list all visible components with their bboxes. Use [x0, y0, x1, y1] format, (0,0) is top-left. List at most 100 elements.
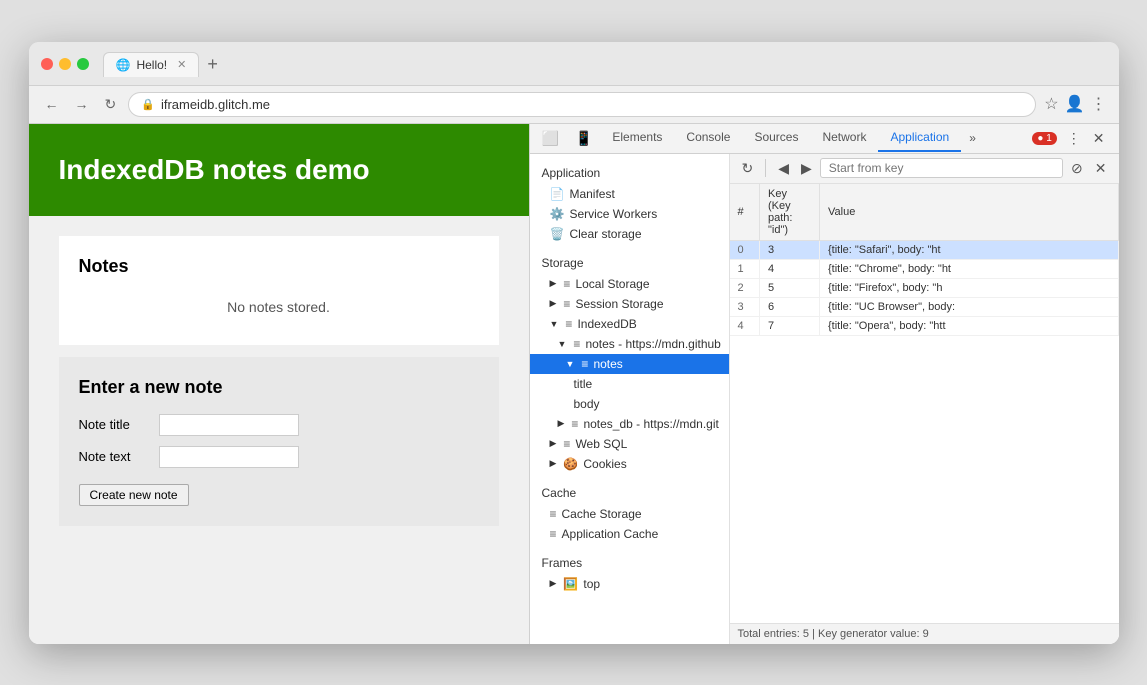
tab-close-button[interactable]: ✕	[177, 58, 186, 71]
refresh-data-button[interactable]: ↻	[738, 158, 758, 179]
next-record-button[interactable]: ▶	[797, 158, 816, 179]
new-tab-button[interactable]: +	[203, 54, 222, 75]
browser-window: 🌐 Hello! ✕ + ← → ↻ 🔒 iframeidb.glitch.me…	[29, 42, 1119, 644]
device-icon[interactable]: 📱	[567, 124, 600, 153]
new-note-heading: Enter a new note	[79, 377, 479, 398]
col-index: #	[730, 184, 760, 241]
sidebar-item-notes-db2[interactable]: ▶ ≡ notes_db - https://mdn.git	[530, 414, 729, 434]
table-row[interactable]: 2 5 {title: "Firefox", body: "h	[730, 278, 1119, 297]
delete-record-button[interactable]: ✕	[1091, 158, 1111, 179]
page-heading: IndexedDB notes demo	[59, 154, 499, 186]
clear-storage-icon: 🗑️	[550, 227, 565, 241]
content-area: IndexedDB notes demo Notes No notes stor…	[29, 124, 1119, 644]
sidebar-item-body[interactable]: body	[530, 394, 729, 414]
section-label-frames: Frames	[530, 552, 729, 574]
devtools-status-bar: Total entries: 5 | Key generator value: …	[730, 623, 1119, 644]
note-title-row: Note title	[79, 414, 479, 436]
sidebar-item-cache-storage[interactable]: ≡ Cache Storage	[530, 504, 729, 524]
note-title-input[interactable]	[159, 414, 299, 436]
start-from-key-input[interactable]	[820, 158, 1063, 178]
sidebar-item-cookies[interactable]: ▶ 🍪 Cookies	[530, 454, 729, 474]
address-bar[interactable]: 🔒 iframeidb.glitch.me	[128, 92, 1036, 117]
note-title-label: Note title	[79, 417, 149, 432]
sidebar-notes-label: notes	[593, 357, 622, 371]
devtools-controls: ⋮ ✕	[1057, 126, 1115, 151]
local-storage-icon: ≡	[563, 277, 570, 291]
sidebar-item-notes-db[interactable]: ▼ ≡ notes - https://mdn.github	[530, 334, 729, 354]
sidebar-item-local-storage[interactable]: ▶ ≡ Local Storage	[530, 274, 729, 294]
prev-record-button[interactable]: ◀	[774, 158, 793, 179]
sidebar-item-clear-storage[interactable]: 🗑️ Clear storage	[530, 224, 729, 244]
sidebar-item-service-workers[interactable]: ⚙️ Service Workers	[530, 204, 729, 224]
devtools-body: Application 📄 Manifest ⚙️ Service Worker…	[530, 154, 1119, 644]
table-row[interactable]: 0 3 {title: "Safari", body: "ht	[730, 240, 1119, 259]
table-row[interactable]: 1 4 {title: "Chrome", body: "ht	[730, 259, 1119, 278]
maximize-button[interactable]	[77, 58, 89, 70]
cell-value: {title: "UC Browser", body:	[820, 297, 1119, 316]
forward-button[interactable]: →	[71, 94, 93, 114]
tab-network[interactable]: Network	[810, 124, 878, 152]
sidebar-service-workers-label: Service Workers	[569, 207, 657, 221]
devtools-menu-icon[interactable]: ⋮	[1063, 126, 1085, 151]
create-note-button[interactable]: Create new note	[79, 484, 189, 506]
refresh-button[interactable]: ↻	[101, 94, 121, 115]
table-row[interactable]: 3 6 {title: "UC Browser", body:	[730, 297, 1119, 316]
top-arrow: ▶	[550, 578, 557, 589]
sidebar-manifest-label: Manifest	[569, 187, 614, 201]
sidebar-item-session-storage[interactable]: ▶ ≡ Session Storage	[530, 294, 729, 314]
devtools-panel: ⬜ 📱 Elements Console Sources Network App…	[529, 124, 1119, 644]
bookmark-icon[interactable]: ☆	[1044, 94, 1058, 114]
cell-key: 7	[760, 316, 820, 335]
sidebar-item-title[interactable]: title	[530, 374, 729, 394]
traffic-lights	[41, 58, 89, 70]
sidebar-item-app-cache[interactable]: ≡ Application Cache	[530, 524, 729, 544]
note-text-row: Note text	[79, 446, 479, 468]
table-row[interactable]: 4 7 {title: "Opera", body: "htt	[730, 316, 1119, 335]
tab-console[interactable]: Console	[674, 124, 742, 152]
indexeddb-icon: ≡	[565, 317, 572, 331]
sidebar-item-web-sql[interactable]: ▶ ≡ Web SQL	[530, 434, 729, 454]
cell-index: 4	[730, 316, 760, 335]
local-storage-arrow: ▶	[550, 278, 557, 289]
devtools-toolbar: ↻ ◀ ▶ ⊘ ✕	[730, 154, 1119, 184]
devtools-close-icon[interactable]: ✕	[1089, 126, 1109, 151]
clear-input-button[interactable]: ⊘	[1067, 158, 1087, 179]
notes-db2-arrow: ▶	[558, 418, 565, 429]
sidebar-item-notes[interactable]: ▼ ≡ notes	[530, 354, 729, 374]
notes-icon: ≡	[581, 357, 588, 371]
note-text-input[interactable]	[159, 446, 299, 468]
col-value: Value	[820, 184, 1119, 241]
menu-icon[interactable]: ⋮	[1091, 94, 1107, 114]
new-note-section: Enter a new note Note title Note text Cr…	[59, 357, 499, 526]
inspect-icon[interactable]: ⬜	[534, 124, 567, 153]
sidebar-top-label: top	[583, 577, 600, 591]
web-sql-icon: ≡	[563, 437, 570, 451]
tab-application[interactable]: Application	[878, 124, 961, 152]
note-text-label: Note text	[79, 449, 149, 464]
toolbar-sep	[765, 159, 766, 177]
browser-tab[interactable]: 🌐 Hello! ✕	[103, 52, 200, 77]
tab-sources[interactable]: Sources	[742, 124, 810, 152]
devtools-sidebar: Application 📄 Manifest ⚙️ Service Worker…	[530, 154, 730, 644]
records-table: # Key (Key path: "id") Value 0 3 {title:…	[730, 184, 1119, 336]
profile-icon[interactable]: 👤	[1065, 94, 1085, 114]
sidebar-clear-storage-label: Clear storage	[569, 227, 641, 241]
sidebar-item-manifest[interactable]: 📄 Manifest	[530, 184, 729, 204]
sidebar-session-storage-label: Session Storage	[575, 297, 663, 311]
sidebar-title-label: title	[574, 377, 593, 391]
lock-icon: 🔒	[141, 98, 155, 111]
page-header: IndexedDB notes demo	[29, 124, 529, 216]
tab-elements[interactable]: Elements	[600, 124, 674, 152]
sidebar-item-indexeddb[interactable]: ▼ ≡ IndexedDB	[530, 314, 729, 334]
back-button[interactable]: ←	[41, 94, 63, 114]
minimize-button[interactable]	[59, 58, 71, 70]
notes-db-icon: ≡	[573, 337, 580, 351]
more-tabs-button[interactable]: »	[961, 125, 984, 151]
app-cache-icon: ≡	[550, 527, 557, 541]
close-button[interactable]	[41, 58, 53, 70]
session-storage-icon: ≡	[563, 297, 570, 311]
sidebar-item-top[interactable]: ▶ 🖼️ top	[530, 574, 729, 594]
notes-db-arrow: ▼	[558, 339, 567, 349]
devtools-table: # Key (Key path: "id") Value 0 3 {title:…	[730, 184, 1119, 623]
cell-index: 2	[730, 278, 760, 297]
